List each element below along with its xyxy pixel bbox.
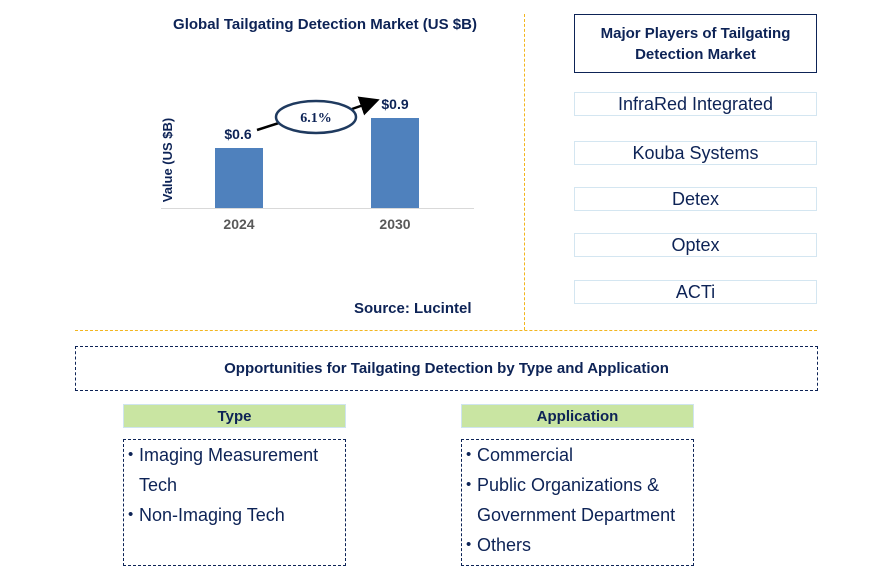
- chart-plot: $0.6 2024 $0.9 2030 Value (US $B) 6.1%: [160, 96, 474, 232]
- source-label: Source: Lucintel: [354, 300, 472, 317]
- cagr-arrow-icon: [351, 96, 380, 116]
- application-item: Commercial: [466, 440, 693, 470]
- type-list: Imaging Measurement Tech Non-Imaging Tec…: [123, 439, 346, 566]
- application-item: Public Organizations & Government Depart…: [466, 470, 687, 530]
- bar-2030: [371, 118, 419, 208]
- players-header: Major Players of Tailgating Detection Ma…: [574, 14, 817, 73]
- application-item: Others: [466, 530, 693, 560]
- player-item: Optex: [574, 233, 817, 257]
- cagr-annotation: 6.1%: [256, 96, 380, 135]
- data-label-2030: $0.9: [381, 96, 408, 112]
- type-header: Type: [123, 404, 346, 428]
- type-item: Non-Imaging Tech: [128, 500, 345, 530]
- player-item: Detex: [574, 187, 817, 211]
- horizontal-divider: [75, 330, 817, 331]
- vertical-divider: [524, 14, 525, 330]
- bar-2024: [215, 148, 263, 208]
- opportunities-title: Opportunities for Tailgating Detection b…: [75, 346, 818, 391]
- x-tick-label: 2024: [223, 216, 254, 232]
- x-tick-label: 2030: [379, 216, 410, 232]
- data-label-2024: $0.6: [224, 126, 251, 142]
- type-item: Imaging Measurement Tech: [128, 440, 329, 500]
- cagr-label: 6.1%: [300, 111, 332, 126]
- application-header: Application: [461, 404, 694, 428]
- player-item: Kouba Systems: [574, 141, 817, 165]
- player-item: InfraRed Integrated: [574, 92, 817, 116]
- player-item: ACTi: [574, 280, 817, 304]
- y-axis-label: Value (US $B): [160, 118, 175, 203]
- application-list: Commercial Public Organizations & Govern…: [461, 439, 694, 566]
